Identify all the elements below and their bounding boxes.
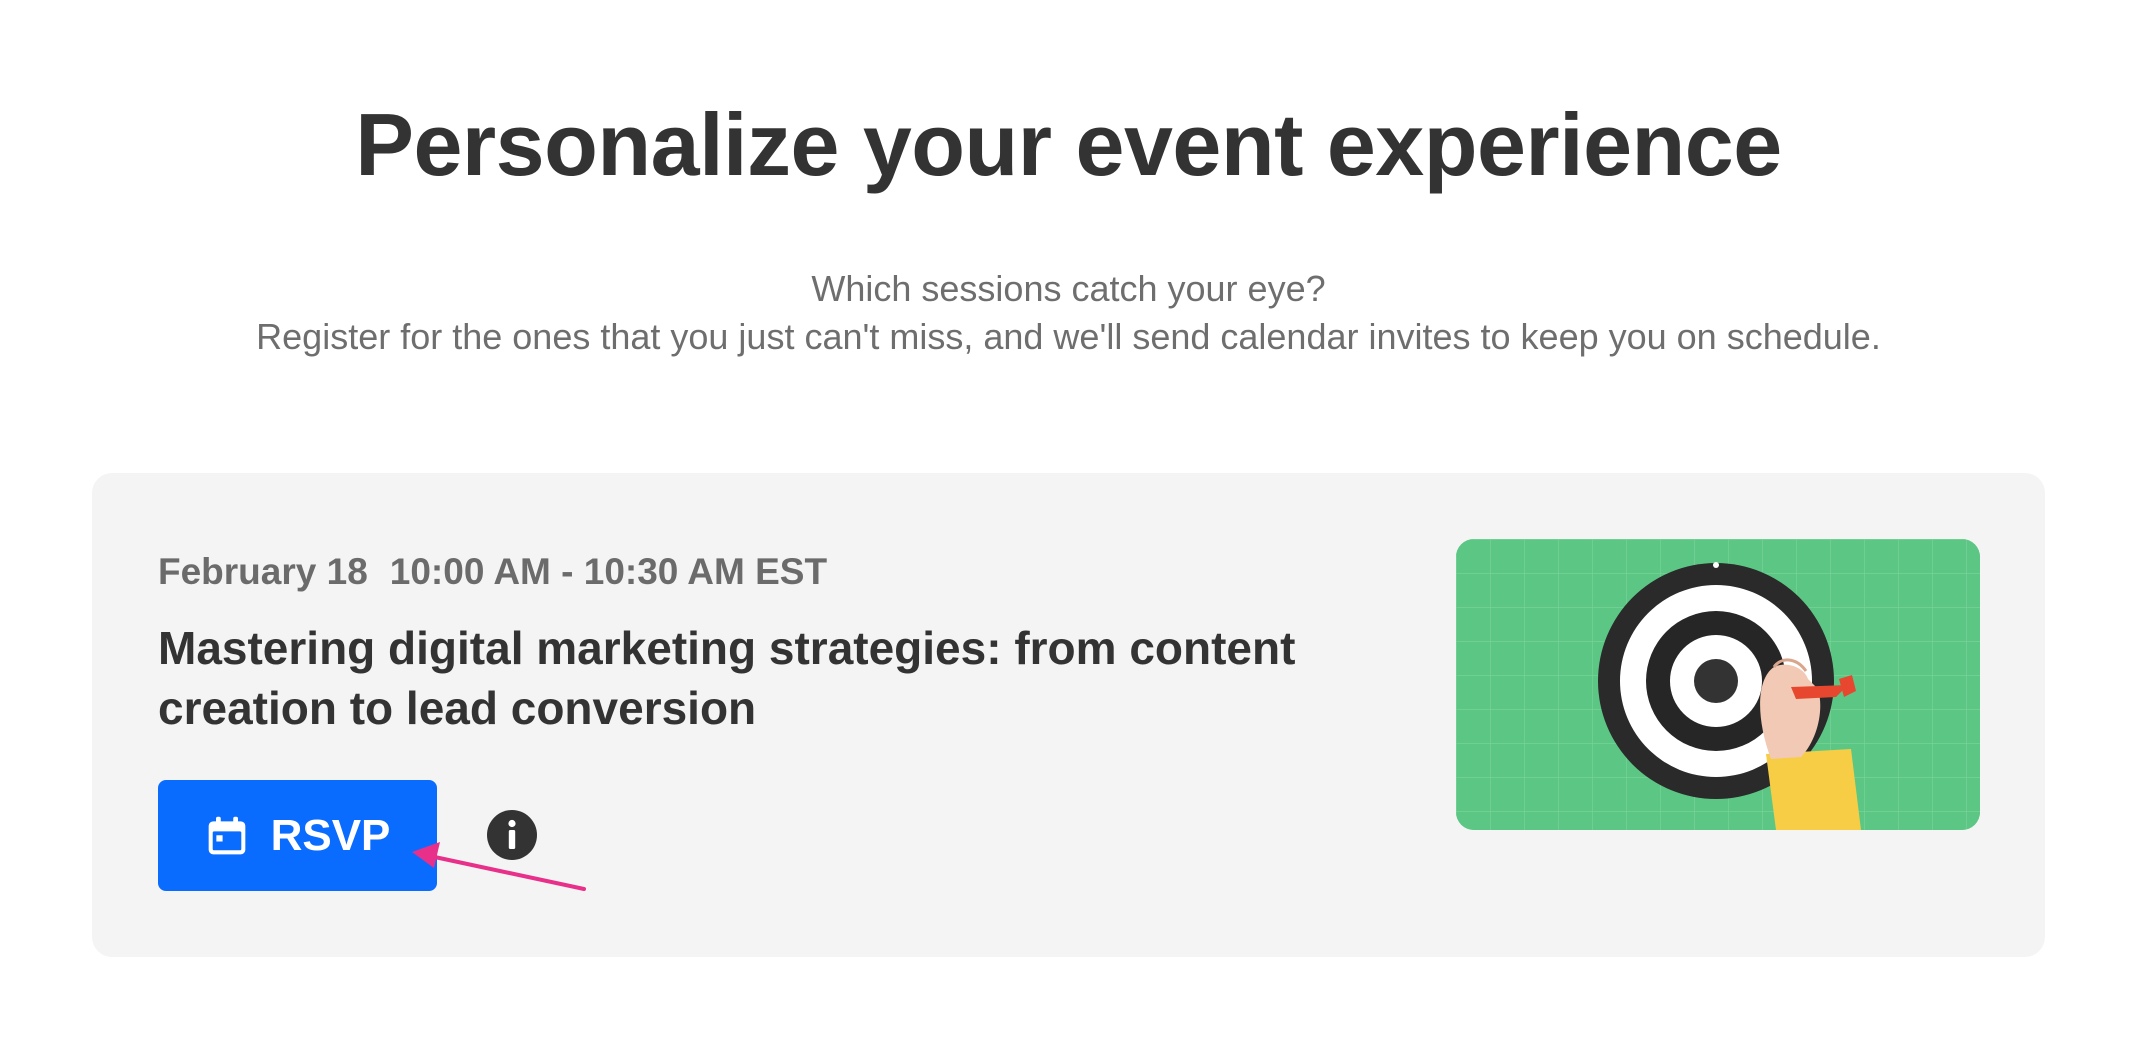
session-image [1456,539,1980,830]
rsvp-button-label: RSVP [270,810,391,860]
info-icon[interactable] [487,810,537,860]
page-subtitle-question: Which sessions catch your eye? [811,268,1326,309]
page-title: Personalize your event experience [355,95,1782,194]
page-subtitle-description: Register for the ones that you just can'… [256,316,1881,357]
rsvp-button[interactable]: RSVP [158,780,437,891]
session-datetime: February 18 10:00 AM - 10:30 AM EST [158,549,827,595]
session-time: 10:00 AM - 10:30 AM EST [389,551,828,592]
session-date: February 18 [158,551,368,592]
session-card: February 18 10:00 AM - 10:30 AM EST Maste… [92,473,2045,957]
session-title: Mastering digital marketing strategies: … [158,622,1296,734]
calendar-icon [205,814,249,858]
